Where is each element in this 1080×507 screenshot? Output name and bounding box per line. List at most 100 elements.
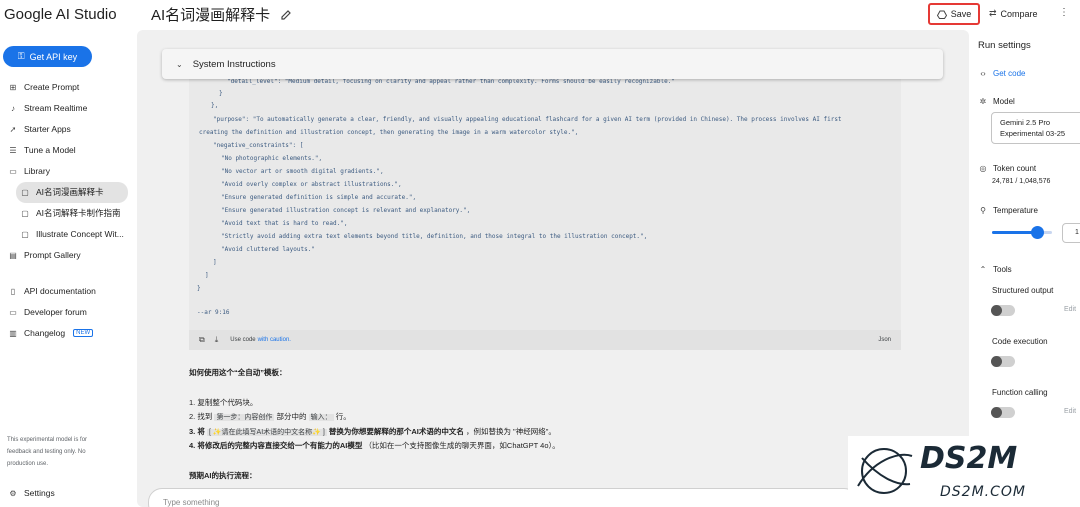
tool-function-calling-label: Function calling — [992, 388, 1048, 397]
howto-heading: 如何使用这个“全自动”模板： — [189, 368, 287, 377]
step-3: 3. 将 [ ✨请在此填写AI术语的中文名称✨ ] 替换为你想要解释的那个AI术… — [189, 426, 556, 437]
code-block-footer: ⧉ ⤓ Use code with caution. Json — [189, 330, 901, 350]
code-line: "negative_constraints": [ — [213, 142, 304, 149]
get-api-key-label: Get API key — [29, 51, 78, 62]
library-item-ai-comic-card[interactable]: ▢ AI名词漫画解释卡 — [20, 183, 103, 201]
sidebar-item-stream-realtime[interactable]: ♪ Stream Realtime — [8, 99, 87, 117]
system-instructions-bar[interactable]: ⌄ System Instructions — [162, 49, 943, 79]
sidebar-item-label: Tune a Model — [24, 145, 76, 155]
code-line: "No vector art or smooth digital gradien… — [221, 168, 384, 175]
temperature-input[interactable]: 1 — [1062, 223, 1080, 243]
library-item-ai-card-guide[interactable]: ▢ AI名词解释卡制作指南 — [20, 204, 120, 222]
temperature-slider-handle[interactable] — [1030, 226, 1044, 239]
get-code-link[interactable]: ‹› Get code — [978, 69, 1025, 78]
model-value-line1: Gemini 2.5 Pro — [1000, 118, 1051, 127]
step-4: 4. 将修改后的完整内容直接交给一个有能力的AI模型 （比如在一个支持图像生成的… — [189, 440, 560, 451]
code-block: "detail_level": "Medium detail, focusing… — [189, 78, 901, 332]
model-select[interactable]: Gemini 2.5 Pro Experimental 03-25 — [991, 112, 1080, 144]
sidebar-item-label: API documentation — [24, 286, 96, 296]
chat-icon: ▢ — [21, 208, 29, 218]
pencil-icon[interactable] — [280, 9, 292, 21]
system-instructions-label: System Instructions — [192, 58, 276, 70]
library-item-label: Illustrate Concept Wit... — [36, 229, 124, 239]
rocket-icon: ➚ — [9, 124, 17, 134]
chat-icon: ▢ — [21, 187, 29, 197]
sidebar-item-label: Changelog — [24, 328, 66, 338]
changelog-icon: ▥ — [9, 328, 17, 338]
chat-icon: ▢ — [21, 229, 29, 239]
code-execution-toggle[interactable] — [991, 356, 1015, 367]
save-button-label: Save — [950, 9, 972, 19]
step-4-text: 4. 将修改后的完整内容直接交给一个有能力的AI模型 — [189, 441, 363, 450]
model-label: Model — [993, 97, 1015, 106]
function-calling-toggle[interactable] — [991, 407, 1015, 418]
ds2m-watermark: DS2M DS2M.COM — [848, 436, 1080, 507]
code-line: }, — [211, 102, 219, 109]
code-line: "detail_level": "Medium detail, focusing… — [227, 78, 675, 85]
sidebar-item-label: Stream Realtime — [24, 103, 88, 113]
sidebar-item-prompt-gallery[interactable]: ▤ Prompt Gallery — [8, 246, 80, 264]
structured-output-edit[interactable]: Edit — [1064, 306, 1076, 313]
sidebar-item-api-docs[interactable]: ▯ API documentation — [8, 282, 96, 300]
more-vert-icon[interactable]: ⋮ — [1059, 7, 1069, 18]
step-4-text: （比如在一个支持图像生成的聊天界面，如ChatGPT 4o）。 — [364, 441, 560, 450]
code-line: "No photographic elements.", — [221, 155, 323, 162]
compare-button-label: Compare — [1000, 8, 1038, 19]
document-title: AI名词漫画解释卡 — [151, 4, 292, 25]
sidebar-item-tune-model[interactable]: ☰ Tune a Model — [8, 141, 76, 159]
drive-icon — [936, 10, 947, 19]
structured-output-toggle[interactable] — [991, 305, 1015, 316]
prompt-input[interactable]: Type something — [148, 488, 858, 507]
step-2: 2. 找到 第一步：内容创作 部分中的 输入： 行。 — [189, 411, 351, 422]
top-header: Google AI Studio AI名词漫画解释卡 Save ⇄ Compar… — [0, 0, 1080, 30]
library-item-illustrate-concept[interactable]: ▢ Illustrate Concept Wit... — [20, 225, 124, 243]
sidebar-item-developer-forum[interactable]: ▭ Developer forum — [8, 303, 87, 321]
brand-logo[interactable]: Google AI Studio — [4, 6, 117, 23]
save-button[interactable]: Save — [928, 3, 980, 25]
inline-code-chip: 第一步：内容创作 — [214, 414, 275, 421]
sidebar-item-create-prompt[interactable]: ⊞ Create Prompt — [8, 78, 80, 96]
mic-icon: ♪ — [11, 103, 15, 113]
sidebar-item-settings[interactable]: ⚙ Settings — [8, 484, 55, 502]
code-caution-link[interactable]: with caution. — [258, 337, 291, 343]
get-api-key-button[interactable]: ⚿ Get API key — [3, 46, 92, 67]
sidebar-item-label: Starter Apps — [24, 124, 71, 134]
chevron-up-icon: ⌃ — [979, 265, 987, 274]
thermometer-icon: ⚲ — [980, 206, 986, 215]
toggle-knob — [991, 407, 1002, 418]
code-line: "Ensure generated definition is simple a… — [221, 194, 417, 201]
token-count-label: Token count — [993, 164, 1037, 173]
step-2-text: 行。 — [335, 412, 351, 421]
code-line: "purpose": "To automatically generate a … — [213, 116, 842, 123]
document-icon: ▯ — [10, 286, 16, 296]
document-title-text[interactable]: AI名词漫画解释卡 — [151, 4, 270, 25]
library-icon: ▭ — [9, 166, 17, 176]
model-label-row: ✲ Model — [978, 97, 1015, 106]
tool-code-execution-label: Code execution — [992, 337, 1048, 346]
watermark-logo-text: DS2M — [920, 441, 1017, 476]
sidebar-item-starter-apps[interactable]: ➚ Starter Apps — [8, 120, 71, 138]
expected-heading: 预期AI的执行流程： — [189, 471, 257, 480]
model-value-line2: Experimental 03-25 — [1000, 129, 1066, 138]
watermark-url-text: DS2M.COM — [940, 484, 1026, 500]
run-settings-title: Run settings — [978, 40, 1031, 51]
experimental-note: This experimental model is for feedback … — [7, 437, 88, 467]
app-window: Google AI Studio AI名词漫画解释卡 Save ⇄ Compar… — [0, 0, 1080, 507]
inline-code-chip: 输入： — [308, 414, 334, 421]
download-icon[interactable]: ⤓ — [215, 335, 219, 345]
function-calling-edit[interactable]: Edit — [1064, 408, 1076, 415]
chevron-down-icon: ⌄ — [176, 59, 183, 69]
sidebar-item-label: Create Prompt — [24, 82, 80, 92]
forum-icon: ▭ — [9, 307, 17, 317]
sidebar-item-library[interactable]: ▭ Library — [8, 162, 50, 180]
compare-button[interactable]: ⇄ Compare — [989, 8, 1038, 19]
code-line: "Avoid text that is hard to read.", — [221, 220, 348, 227]
get-code-label: Get code — [993, 69, 1026, 78]
copy-icon[interactable]: ⧉ — [199, 335, 205, 345]
sidebar-item-label: Settings — [24, 488, 55, 498]
tools-row[interactable]: ⌃ Tools — [978, 265, 1012, 274]
code-line: "Strictly avoid adding extra text elemen… — [221, 233, 648, 240]
sidebar-item-changelog[interactable]: ▥ Changelog NEW — [8, 324, 94, 342]
step-2-text: 2. 找到 — [189, 412, 213, 421]
code-icon: ‹› — [980, 69, 986, 78]
